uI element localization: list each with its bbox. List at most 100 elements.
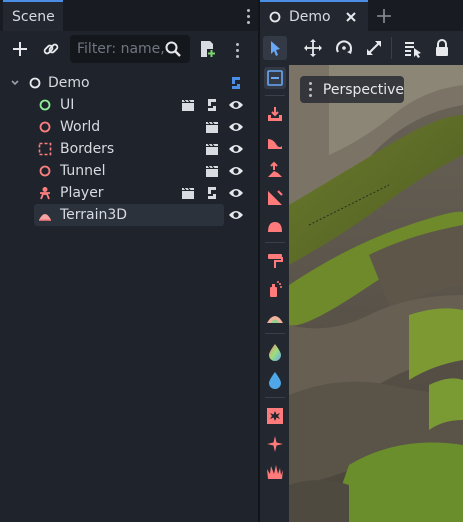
list-select-icon [405, 42, 421, 58]
move-arrows-icon [304, 39, 322, 57]
visibility-eye-icon[interactable] [228, 97, 244, 113]
node3d-icon [29, 77, 41, 89]
scale-mode-button[interactable] [363, 37, 385, 59]
node3d-icon [269, 11, 281, 22]
tree-label-player: Player [60, 185, 104, 201]
terrain-tool-slope[interactable] [264, 187, 286, 209]
tree-row-borders[interactable]: Borders [0, 138, 258, 160]
visibility-eye-icon[interactable] [228, 141, 244, 157]
tree-label-terrain3d: Terrain3D [60, 207, 128, 223]
minus-box-icon [267, 70, 283, 86]
terrain-tool-height[interactable] [264, 159, 286, 181]
search-icon [164, 40, 182, 58]
smooth-icon [268, 222, 282, 232]
lock-icon [436, 39, 448, 56]
terrain-icon [39, 214, 51, 221]
toolbar-separator [265, 242, 285, 243]
scene-tab-label: Scene [12, 8, 55, 25]
terrain-tool-none[interactable] [264, 67, 286, 89]
add-scene-tab-button[interactable] [375, 7, 393, 25]
tree-row-terrain3d[interactable]: Terrain3D [0, 204, 258, 226]
menu-dots-icon [304, 81, 317, 99]
character-body-icon [40, 187, 50, 200]
scene-dock-menu-icon[interactable] [243, 8, 253, 24]
grass-icon [267, 465, 283, 479]
tree-row-ui[interactable]: UI [0, 94, 258, 116]
tab-demo[interactable]: Demo [260, 0, 368, 31]
tree-row-tunnel[interactable]: Tunnel [0, 160, 258, 182]
rotate-mode-button[interactable] [333, 37, 355, 59]
close-icon[interactable] [345, 11, 357, 23]
script-icon[interactable] [204, 97, 220, 113]
plus-icon [13, 42, 27, 56]
select-mode-button[interactable] [263, 36, 287, 60]
terrain-tool-autoshader[interactable] [264, 306, 286, 328]
water-drop-icon [269, 372, 281, 389]
scale-icon [367, 41, 381, 55]
open-scene-icon[interactable] [180, 185, 196, 201]
open-scene-icon[interactable] [204, 119, 220, 135]
terrain-tool-add-region[interactable] [264, 103, 286, 125]
instantiate-scene-button[interactable] [40, 38, 62, 60]
demo-tab-label: Demo [289, 8, 331, 25]
paint-roller-icon [268, 254, 283, 268]
move-mode-button[interactable] [302, 37, 324, 59]
script-icon[interactable] [204, 185, 220, 201]
terrain-tool-paint[interactable] [264, 250, 286, 272]
script-add-icon [201, 41, 216, 58]
terrain-tool-raise[interactable] [264, 131, 286, 153]
toolbar-separator [265, 95, 285, 96]
terrain-tool-spray[interactable] [264, 278, 286, 300]
tree-label-borders: Borders [60, 141, 115, 157]
autoshader-icon [267, 316, 283, 323]
toolbar-separator [265, 397, 285, 398]
node3d-icon [39, 165, 51, 177]
raise-icon [268, 139, 282, 149]
node3d-icon [39, 121, 51, 133]
terrain-tool-color[interactable] [264, 341, 286, 363]
perspective-menu-button[interactable]: Perspective [300, 76, 404, 103]
tree-label-world: World [60, 119, 101, 135]
cursor-arrow-icon [271, 41, 280, 56]
control-icon [39, 99, 51, 111]
attach-script-button[interactable] [196, 38, 218, 60]
open-scene-icon[interactable] [204, 141, 220, 157]
terrain-tool-smooth[interactable] [264, 215, 286, 237]
script-icon[interactable] [228, 75, 244, 91]
visibility-eye-icon[interactable] [228, 119, 244, 135]
tree-row-player[interactable]: Player [0, 182, 258, 204]
height-icon [268, 161, 282, 177]
toolbar-separator [391, 37, 392, 59]
sparkle-icon [267, 436, 283, 452]
rotate-icon [336, 40, 352, 54]
slope-icon [268, 190, 283, 205]
link-icon [43, 43, 59, 55]
static-body-icon [38, 142, 52, 156]
tree-label-tunnel: Tunnel [60, 163, 106, 179]
terrain-tool-wetness[interactable] [264, 369, 286, 391]
scene-more-icon[interactable] [231, 41, 243, 59]
toolbar-separator [265, 333, 285, 334]
open-scene-icon[interactable] [204, 163, 220, 179]
terrain-tool-navigation[interactable] [264, 433, 286, 455]
tab-scene[interactable]: Scene [3, 0, 63, 31]
add-node-button[interactable] [9, 38, 31, 60]
visibility-eye-icon[interactable] [228, 163, 244, 179]
hole-icon [267, 408, 283, 424]
tree-label-demo: Demo [48, 75, 90, 91]
tree-row-world[interactable]: World [0, 116, 258, 138]
terrain-tool-holes[interactable] [264, 405, 286, 427]
chevron-down-icon[interactable] [10, 78, 20, 88]
terrain-tool-instancer[interactable] [264, 461, 286, 483]
3d-viewport-terrain[interactable] [289, 65, 463, 522]
list-select-button[interactable] [401, 37, 423, 59]
region-add-icon [268, 107, 282, 121]
scene-filter-placeholder: Filter: name, [77, 41, 165, 57]
tree-row-demo[interactable]: Demo [0, 72, 258, 94]
lock-button[interactable] [431, 37, 453, 59]
visibility-eye-icon[interactable] [228, 207, 244, 223]
visibility-eye-icon[interactable] [228, 185, 244, 201]
open-scene-icon[interactable] [180, 97, 196, 113]
color-drop-icon [269, 344, 281, 361]
plus-icon [377, 9, 391, 23]
